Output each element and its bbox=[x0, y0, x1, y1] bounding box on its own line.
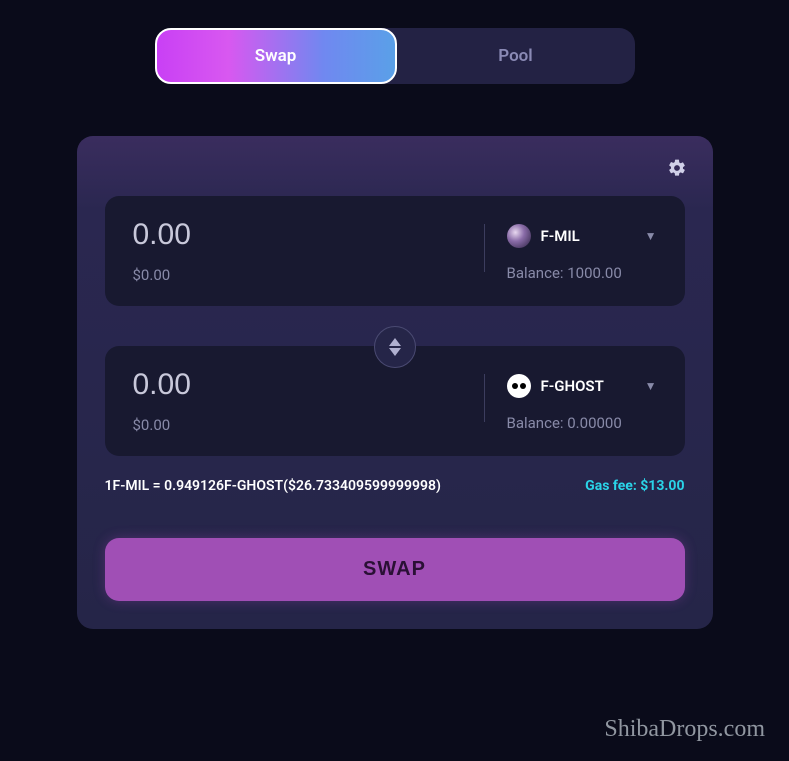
to-token-select[interactable]: F-GHOST ▼ bbox=[507, 374, 657, 398]
from-balance: Balance: 1000.00 bbox=[507, 264, 657, 282]
tab-pool-label: Pool bbox=[498, 46, 532, 66]
to-token-col: F-GHOST ▼ Balance: 0.00000 bbox=[507, 370, 657, 432]
gear-icon bbox=[667, 158, 687, 178]
to-amount-input[interactable] bbox=[133, 368, 462, 402]
to-usd-value: $0.00 bbox=[133, 416, 462, 434]
settings-button[interactable] bbox=[667, 158, 687, 182]
arrow-down-icon bbox=[389, 348, 401, 356]
from-token-col: F-MIL ▼ Balance: 1000.00 bbox=[507, 220, 657, 282]
from-token-select[interactable]: F-MIL ▼ bbox=[507, 224, 657, 248]
from-amount-col: $0.00 bbox=[133, 218, 462, 284]
fmil-token-icon bbox=[507, 224, 531, 248]
exchange-rate: 1F-MIL = 0.949126F-GHOST($26.73340959999… bbox=[105, 478, 441, 494]
arrow-up-icon bbox=[389, 338, 401, 346]
from-amount-input[interactable] bbox=[133, 218, 462, 252]
swap-button[interactable]: SWAP bbox=[105, 538, 685, 601]
info-row: 1F-MIL = 0.949126F-GHOST($26.73340959999… bbox=[105, 478, 685, 494]
tab-swap-label: Swap bbox=[255, 46, 297, 66]
from-row: $0.00 F-MIL ▼ Balance: 1000.00 bbox=[105, 196, 685, 306]
from-token-name: F-MIL bbox=[541, 227, 580, 245]
switch-direction-button[interactable] bbox=[374, 326, 416, 368]
chevron-down-icon: ▼ bbox=[645, 379, 657, 393]
fghost-token-icon bbox=[507, 374, 531, 398]
divider bbox=[484, 374, 485, 422]
from-usd-value: $0.00 bbox=[133, 266, 462, 284]
swap-button-label: SWAP bbox=[363, 558, 426, 580]
swap-panel: $0.00 F-MIL ▼ Balance: 1000.00 $0.00 F-G… bbox=[77, 136, 713, 629]
tab-swap[interactable]: Swap bbox=[155, 28, 397, 84]
watermark: ShibaDrops.com bbox=[604, 716, 765, 743]
chevron-down-icon: ▼ bbox=[645, 229, 657, 243]
tab-bar: Swap Pool bbox=[155, 28, 635, 84]
divider bbox=[484, 224, 485, 272]
tab-pool[interactable]: Pool bbox=[397, 28, 635, 84]
to-amount-col: $0.00 bbox=[133, 368, 462, 434]
to-balance: Balance: 0.00000 bbox=[507, 414, 657, 432]
gas-fee: Gas fee: $13.00 bbox=[585, 478, 684, 494]
to-token-name: F-GHOST bbox=[541, 377, 604, 395]
